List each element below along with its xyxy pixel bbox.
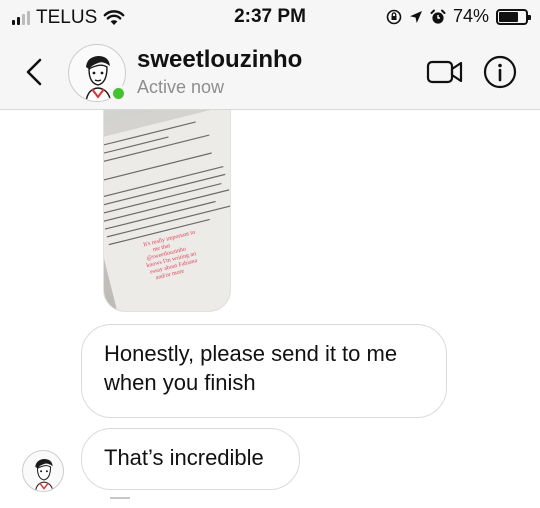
message-thread[interactable]: It's really important to me that @sweetl…: [0, 110, 540, 508]
received-message-bubble[interactable]: Honestly, please send it to me when you …: [81, 324, 447, 418]
alarm-icon: [430, 9, 446, 24]
profile-avatar[interactable]: [68, 44, 127, 102]
document-photo: It's really important to me that @sweetl…: [104, 110, 230, 311]
online-status-indicator: [110, 85, 127, 102]
status-bar: TELUS 2:37 PM 74%: [0, 0, 540, 36]
contact-username[interactable]: sweetlouzinho: [137, 46, 302, 74]
contact-active-status: Active now: [137, 77, 225, 97]
received-message-bubble[interactable]: That’s incredible: [81, 428, 300, 490]
location-arrow-icon: [409, 10, 422, 23]
battery-icon: [496, 8, 531, 25]
video-call-icon[interactable]: [426, 56, 464, 88]
chat-header: sweetlouzinho Active now: [0, 36, 540, 110]
status-right: 74%: [386, 6, 531, 27]
battery-percentage: 74%: [452, 6, 489, 26]
shared-photo-message[interactable]: It's really important to me that @sweetl…: [103, 110, 231, 312]
cartoon-face-icon: [35, 458, 54, 491]
orientation-lock-icon: [386, 9, 402, 24]
sender-avatar[interactable]: [22, 450, 64, 492]
back-chevron-icon[interactable]: [20, 52, 50, 92]
reaction-hint: [110, 497, 130, 501]
info-icon[interactable]: [483, 55, 517, 89]
